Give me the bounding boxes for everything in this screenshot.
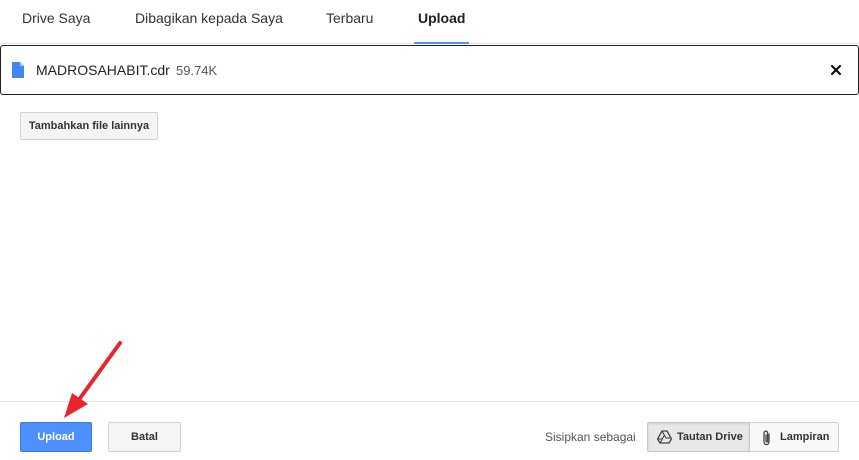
attachment-toggle[interactable]: Lampiran [750,422,839,452]
close-icon[interactable] [826,60,846,80]
file-name: MADROSAHABIT.cdr [36,62,170,78]
file-size: 59.74K [176,63,218,78]
tab-bar: Drive Saya Dibagikan kepada Saya Terbaru… [0,0,859,44]
drive-link-label: Tautan Drive [677,431,743,443]
drive-link-toggle[interactable]: Tautan Drive [647,422,750,452]
insert-as-label: Sisipkan sebagai [545,430,636,444]
tab-drive-saya[interactable]: Drive Saya [22,0,90,44]
file-icon [12,62,24,78]
paperclip-icon [763,430,770,446]
dialog-footer: Upload Batal Sisipkan sebagai Tautan Dri… [0,401,859,460]
cancel-button[interactable]: Batal [108,422,181,452]
drive-icon [657,430,672,444]
tab-upload[interactable]: Upload [413,0,470,44]
attachment-label: Lampiran [780,431,830,443]
file-item: MADROSAHABIT.cdr 59.74K [0,45,859,95]
upload-dialog: Drive Saya Dibagikan kepada Saya Terbaru… [0,0,859,460]
tab-dibagikan[interactable]: Dibagikan kepada Saya [135,0,283,44]
upload-button[interactable]: Upload [20,422,92,452]
add-more-files-button[interactable]: Tambahkan file lainnya [20,112,158,140]
tab-terbaru[interactable]: Terbaru [326,0,373,44]
